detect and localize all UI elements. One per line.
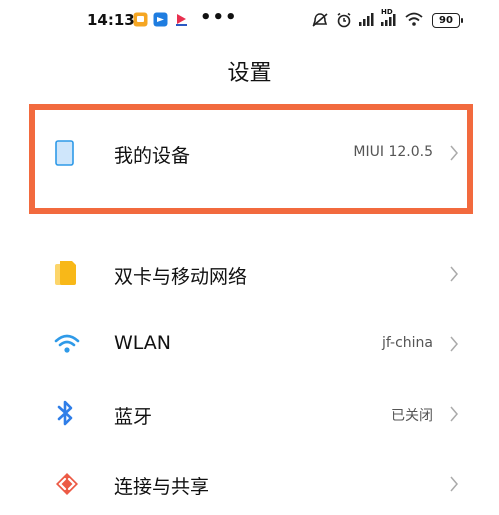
device-icon	[55, 140, 74, 166]
silent-mode-icon	[312, 13, 328, 27]
chevron-right-icon	[450, 336, 458, 352]
signal-strength-icon-1	[359, 13, 374, 26]
page-title: 设置	[227, 61, 272, 86]
sim-card-icon	[55, 261, 76, 285]
settings-item-label: WLAN	[114, 332, 172, 354]
status-time: 14:13	[87, 11, 135, 29]
notification-app-icon-orange	[133, 12, 148, 27]
bluetooth-icon	[57, 400, 73, 426]
settings-item-bluetooth[interactable]: 蓝牙 已关闭	[0, 383, 499, 445]
settings-item-value: MIUI 12.0.5	[353, 144, 433, 160]
notification-app-icon-pink	[176, 14, 187, 26]
settings-item-value: jf-china	[381, 335, 433, 351]
more-notifications-icon: •••	[200, 7, 238, 28]
battery-indicator: 90	[432, 13, 463, 28]
settings-item-value: 已关闭	[391, 408, 433, 424]
chevron-right-icon	[450, 266, 458, 282]
signal-strength-icon-2	[381, 14, 396, 26]
settings-item-label: 蓝牙	[114, 406, 153, 428]
chevron-right-icon	[450, 476, 458, 492]
share-icon	[56, 473, 78, 495]
alarm-icon	[337, 12, 351, 28]
settings-item-my-device[interactable]: 我的设备 MIUI 12.0.5	[0, 122, 499, 184]
settings-item-label: 双卡与移动网络	[114, 266, 248, 288]
settings-item-label: 我的设备	[114, 145, 191, 167]
settings-item-wlan[interactable]: WLAN jf-china	[0, 313, 499, 375]
chevron-right-icon	[450, 406, 458, 422]
settings-item-label: 连接与共享	[114, 476, 210, 498]
notification-app-icon-blue	[153, 12, 168, 27]
settings-item-sim-network[interactable]: 双卡与移动网络	[0, 243, 499, 305]
settings-item-connection-sharing[interactable]: 连接与共享	[0, 453, 499, 515]
wifi-status-icon	[405, 12, 423, 26]
wifi-icon	[54, 334, 80, 353]
status-bar: 14:13 ••• HD 90	[0, 0, 499, 40]
chevron-right-icon	[450, 145, 458, 161]
